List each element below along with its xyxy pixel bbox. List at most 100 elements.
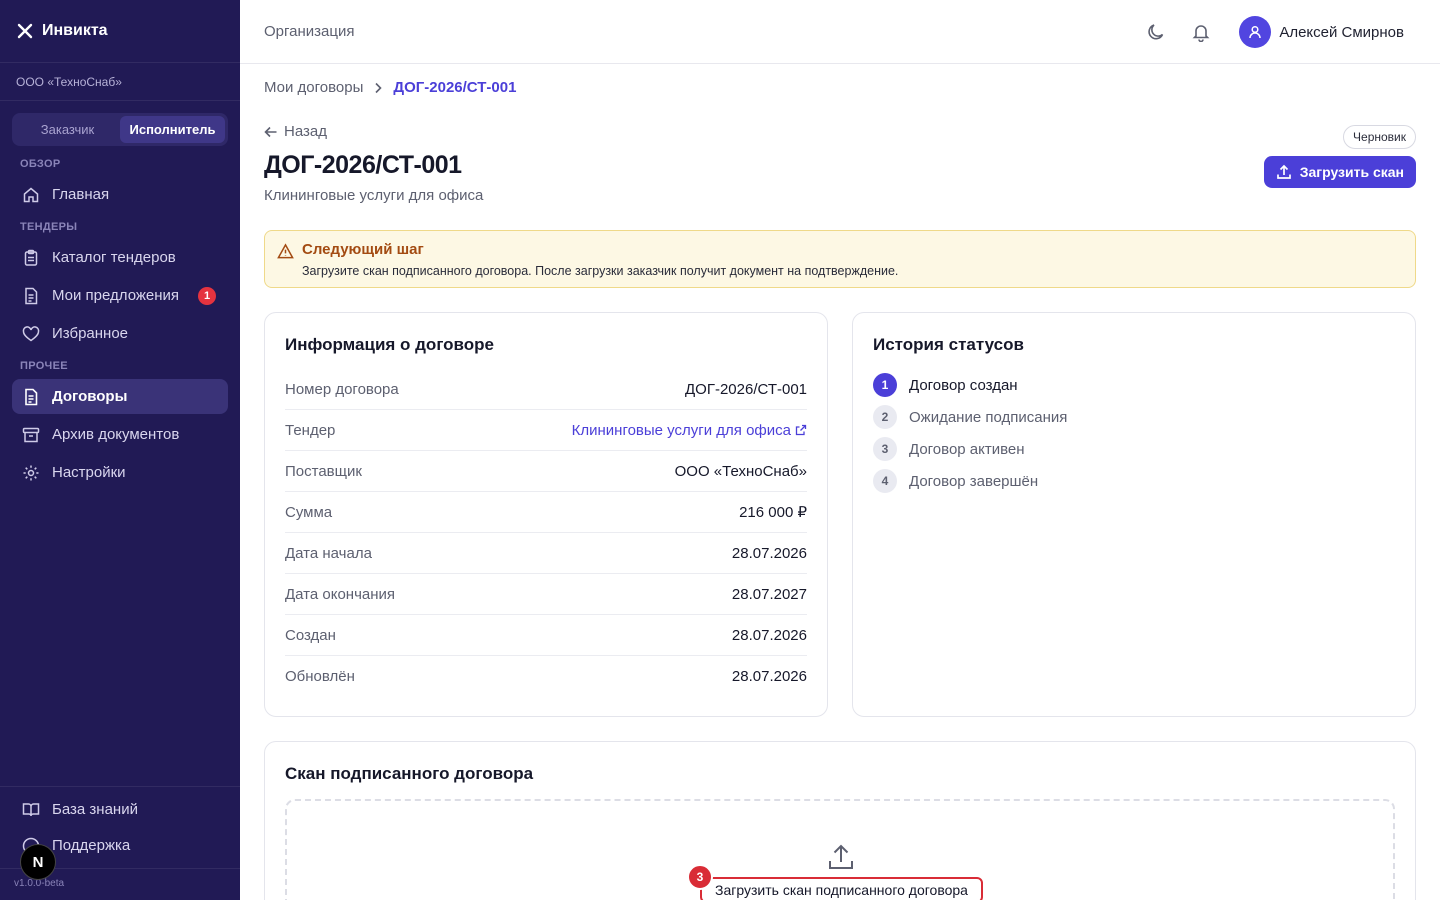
info-key: Сумма [285, 503, 333, 521]
info-value: 28.07.2026 [731, 544, 807, 562]
gear-icon [23, 465, 39, 480]
back-label: Назад [284, 123, 327, 140]
status-step: 1 Договор создан [873, 373, 1018, 397]
organization-name: ООО «ТехноСнаб» [0, 63, 240, 101]
step-label: Договор завершён [909, 472, 1039, 490]
external-link-icon [795, 424, 807, 436]
step-label: Ожидание подписания [909, 408, 1068, 426]
topbar-title: Организация [264, 23, 355, 40]
book-icon [22, 802, 40, 816]
brand[interactable]: Инвикта [0, 0, 240, 63]
info-value: 28.07.2026 [731, 668, 807, 685]
info-key: Поставщик [285, 462, 362, 480]
upload-scan-label: Загрузить скан [1299, 164, 1404, 180]
avatar [1239, 16, 1272, 48]
moon-icon[interactable] [1146, 22, 1166, 42]
info-value: 28.07.2026 [731, 626, 807, 644]
role-executor-button[interactable]: Исполнитель [120, 116, 225, 143]
info-value: ДОГ-2026/СТ-001 [685, 380, 807, 398]
sidebar-item-contracts[interactable]: Договоры [12, 379, 228, 414]
upload-icon [829, 844, 853, 869]
card-title: История статусов [873, 335, 1024, 354]
sidebar-item-label: Каталог тендеров [52, 249, 176, 266]
sidebar-item-archive[interactable]: Архив документов [12, 417, 228, 452]
step-number: 1 [873, 373, 897, 397]
arrow-left-icon [264, 126, 277, 137]
upload-icon [1276, 164, 1291, 179]
status-step: 3 Договор активен [873, 437, 1025, 461]
info-key: Дата начала [285, 544, 372, 562]
chevron-right-icon [375, 82, 383, 93]
sidebar-item-favorites[interactable]: Избранное [12, 316, 228, 351]
sidebar-item-label: Архив документов [52, 426, 180, 443]
brand-name: Инвикта [42, 22, 108, 39]
breadcrumb-contracts-link[interactable]: Мои договоры [264, 79, 363, 96]
section-overview: ОБЗОР [20, 158, 61, 170]
document-icon [25, 388, 38, 405]
home-icon [23, 187, 39, 202]
sidebar-item-label: База знаний [52, 801, 138, 818]
info-key: Создан [285, 626, 336, 644]
file-icon [25, 287, 38, 304]
alert-title: Следующий шаг [302, 241, 424, 258]
sidebar-item-catalog[interactable]: Каталог тендеров [12, 240, 228, 275]
card-title: Информация о договоре [285, 335, 495, 354]
back-link[interactable]: Назад [264, 123, 327, 140]
info-key: Номер договора [285, 380, 399, 398]
info-row: Дата окончания 28.07.2027 [285, 574, 807, 615]
info-row: Создан 28.07.2026 [285, 615, 807, 656]
info-row: Сумма 216 000 ₽ [285, 492, 807, 533]
info-key: Обновлён [285, 668, 355, 685]
section-tenders: ТЕНДЕРЫ [20, 221, 78, 233]
info-row: Обновлён 28.07.2026 [285, 656, 807, 697]
info-key: Дата окончания [285, 585, 396, 603]
section-other: ПРОЧЕЕ [20, 360, 68, 372]
status-step: 4 Договор завершён [873, 469, 1038, 493]
sidebar-item-label: Главная [52, 186, 110, 203]
step-label: Договор создан [909, 376, 1018, 394]
clipboard-icon [24, 249, 38, 266]
tender-link[interactable]: Клининговые услуги для офиса [572, 422, 807, 439]
scan-upload-card: Скан подписанного договора Загрузить ска… [264, 741, 1416, 900]
sidebar-item-label: Мои предложения [52, 287, 180, 304]
role-customer-button[interactable]: Заказчик [15, 116, 120, 143]
notification-badge: 1 [198, 287, 216, 305]
archive-icon [22, 427, 40, 442]
sidebar-item-label: Договоры [52, 388, 128, 405]
page-title: ДОГ-2026/СТ-001 [264, 151, 462, 179]
sidebar-item-offers[interactable]: Мои предложения 1 [12, 278, 228, 313]
heart-icon [22, 325, 40, 341]
step-number: 3 [873, 437, 897, 461]
upload-scan-button[interactable]: Загрузить скан [1263, 156, 1416, 188]
user-name: Алексей Смирнов [1279, 23, 1404, 41]
file-dropzone[interactable]: Загрузить скан подписанного договора [285, 799, 1395, 900]
role-toggle: Заказчик Исполнитель [12, 113, 228, 146]
user-menu[interactable]: Алексей Смирнов [1239, 16, 1404, 48]
step-number: 4 [873, 469, 897, 493]
sidebar-item-home[interactable]: Главная [12, 177, 228, 212]
step-marker: 3 [687, 864, 713, 890]
breadcrumb: Мои договоры ДОГ-2026/СТ-001 [264, 79, 516, 96]
page-subtitle: Клининговые услуги для офиса [264, 187, 484, 204]
info-value: ООО «ТехноСнаб» [674, 462, 807, 480]
status-history-card: История статусов 1 Договор создан 2 Ожид… [852, 312, 1416, 717]
user-icon [1249, 25, 1262, 39]
warning-icon [277, 243, 294, 259]
card-title: Скан подписанного договора [285, 764, 534, 783]
sidebar-item-label: Избранное [52, 325, 129, 342]
info-row: Тендер Клининговые услуги для офиса [285, 410, 807, 451]
sidebar-item-knowledge[interactable]: База знаний [12, 792, 228, 827]
sidebar-item-settings[interactable]: Настройки [12, 455, 228, 490]
nextjs-dev-button[interactable]: N [20, 844, 56, 880]
bell-icon[interactable] [1191, 22, 1211, 42]
next-step-alert: Следующий шаг Загрузите скан подписанног… [264, 230, 1416, 288]
breadcrumb-current: ДОГ-2026/СТ-001 [393, 79, 517, 96]
info-value: 216 000 ₽ [739, 504, 807, 521]
info-row: Дата начала 28.07.2026 [285, 533, 807, 574]
info-value: 28.07.2027 [731, 585, 807, 603]
logo-x-icon [17, 23, 33, 39]
topbar: Организация Алексей Смирнов [240, 0, 1440, 64]
status-step: 2 Ожидание подписания [873, 405, 1067, 429]
step-number: 2 [873, 405, 897, 429]
upload-signed-scan-button[interactable]: Загрузить скан подписанного договора [700, 877, 983, 900]
